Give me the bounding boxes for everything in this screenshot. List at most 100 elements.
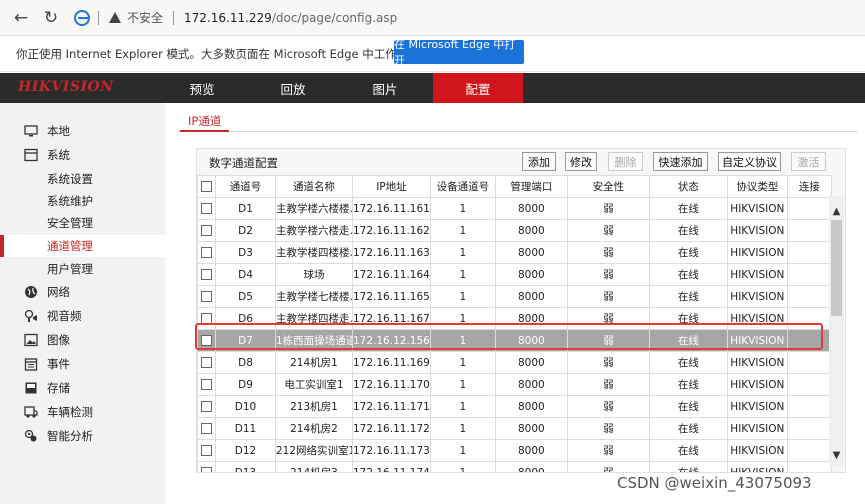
- select-all-cell[interactable]: [197, 175, 216, 198]
- table-row[interactable]: D11 214机房2 172.16.11.172 1 8000 弱在线 HIKVISION: [197, 417, 832, 440]
- custom-protocol-button[interactable]: 自定义协议: [718, 152, 781, 171]
- column-header[interactable]: 连接: [786, 175, 832, 198]
- table-cell: 弱: [566, 307, 650, 330]
- sidebar-item-smart-analysis[interactable]: 智能分析: [0, 425, 165, 447]
- sidebar-item-storage[interactable]: 存储: [0, 377, 165, 399]
- table-scrollbar[interactable]: ▲ ▼: [829, 196, 844, 466]
- row-checkbox[interactable]: [201, 401, 212, 412]
- row-select-cell[interactable]: [197, 351, 216, 374]
- sidebar-item-audio-video[interactable]: 视音频: [0, 305, 165, 327]
- row-select-cell[interactable]: [197, 439, 216, 462]
- column-header[interactable]: 设备通道号: [429, 175, 496, 198]
- table-row[interactable]: D2 主教学楼六楼走… 172.16.11.162 1 8000 弱在线 HIKVISION: [197, 219, 832, 242]
- url-field[interactable]: 不安全 172.16.11.229/doc/page/config.asp: [74, 5, 397, 31]
- sidebar-item-system-settings[interactable]: 系统设置: [0, 168, 165, 190]
- sidebar-item-system[interactable]: 系统: [0, 144, 165, 166]
- url-path[interactable]: /doc/page/config.asp: [272, 11, 397, 25]
- table-row[interactable]: D8 214机房1 172.16.11.169 1 8000 弱在线 HIKVISION: [197, 351, 832, 374]
- column-header[interactable]: 状态: [648, 175, 728, 198]
- table-row[interactable]: D6 主教学楼四楼走… 172.16.11.167 1 8000 弱在线 HIKVISION: [197, 307, 832, 330]
- column-header[interactable]: IP地址: [352, 175, 431, 198]
- select-all-checkbox[interactable]: [201, 181, 212, 192]
- table-cell: 172.16.11.162: [352, 219, 431, 242]
- table-row[interactable]: D13 214机房3 172.16.11.174 1 8000 弱在线 HIKVISION: [197, 461, 832, 472]
- add-button[interactable]: 添加: [522, 152, 556, 171]
- row-select-cell[interactable]: [197, 263, 216, 286]
- activate-button[interactable]: 激活: [791, 152, 826, 171]
- row-select-cell[interactable]: [197, 307, 216, 330]
- table-row[interactable]: D5 主教学楼七楼楼… 172.16.11.165 1 8000 弱在线 HIKVISION: [197, 285, 832, 308]
- quick-add-button[interactable]: 快速添加: [653, 152, 708, 171]
- row-select-cell[interactable]: [197, 461, 216, 472]
- tab-configuration[interactable]: 配置: [433, 73, 523, 103]
- row-checkbox[interactable]: [201, 203, 212, 214]
- column-header[interactable]: 通道名称: [275, 175, 353, 198]
- row-checkbox[interactable]: [201, 291, 212, 302]
- sidebar-item-network[interactable]: 网络: [0, 281, 165, 303]
- row-checkbox[interactable]: [201, 313, 212, 324]
- row-select-cell[interactable]: [197, 219, 216, 242]
- sidebar-item-vehicle-detection[interactable]: 车辆检测: [0, 401, 165, 423]
- row-checkbox[interactable]: [201, 423, 212, 434]
- row-checkbox[interactable]: [201, 379, 212, 390]
- row-select-cell[interactable]: [197, 285, 216, 308]
- table-row[interactable]: D10 213机房1 172.16.11.171 1 8000 弱在线 HIKVISION: [197, 395, 832, 418]
- table-row[interactable]: D7 1栋西面操场通道 172.16.12.156 1 8000 弱在线 HIKVISION: [197, 329, 832, 352]
- table-cell: [786, 263, 832, 286]
- sidebar-item-label: 视音频: [47, 309, 82, 323]
- security-label[interactable]: 不安全: [127, 9, 163, 26]
- row-select-cell[interactable]: [197, 329, 216, 352]
- row-checkbox[interactable]: [201, 357, 212, 368]
- table-row[interactable]: D3 主教学楼四楼楼… 172.16.11.163 1 8000 弱在线 HIKVISION: [197, 241, 832, 264]
- sidebar-item-user-management[interactable]: 用户管理: [0, 258, 165, 280]
- sidebar-item-label: 系统维护: [47, 194, 93, 208]
- row-select-cell[interactable]: [197, 241, 216, 264]
- row-checkbox[interactable]: [201, 467, 212, 472]
- sidebar-item-image[interactable]: 图像: [0, 329, 165, 351]
- table-cell: 214机房1: [275, 351, 353, 374]
- row-select-cell[interactable]: [197, 197, 216, 220]
- tab-preview[interactable]: 预览: [157, 73, 247, 103]
- scroll-up-icon[interactable]: ▲: [829, 204, 844, 219]
- scroll-down-icon[interactable]: ▼: [829, 448, 844, 463]
- modify-button[interactable]: 修改: [565, 152, 597, 171]
- table-cell: 球场: [275, 263, 353, 286]
- sidebar-item-security[interactable]: 安全管理: [0, 212, 165, 234]
- refresh-button[interactable]: ↻: [36, 3, 66, 33]
- column-header[interactable]: 管理端口: [494, 175, 568, 198]
- row-select-cell[interactable]: [197, 373, 216, 396]
- sidebar-item-local[interactable]: 本地: [0, 120, 165, 142]
- row-checkbox[interactable]: [201, 445, 212, 456]
- ie-mode-icon[interactable]: [74, 9, 90, 26]
- open-in-edge-button[interactable]: 在 Microsoft Edge 中打开: [394, 38, 524, 67]
- row-select-cell[interactable]: [197, 395, 216, 418]
- row-checkbox[interactable]: [201, 225, 212, 236]
- table-cell: HIKVISION: [726, 461, 788, 472]
- sidebar-item-event[interactable]: 事件: [0, 353, 165, 375]
- sidebar-item-system-maintenance[interactable]: 系统维护: [0, 190, 165, 212]
- tab-picture[interactable]: 图片: [340, 73, 430, 103]
- sidebar-item-label: 系统: [47, 148, 70, 162]
- delete-button[interactable]: 删除: [608, 152, 643, 171]
- table-cell: [786, 307, 832, 330]
- url-host[interactable]: 172.16.11.229: [184, 11, 272, 25]
- table-cell: 1栋西面操场通道: [275, 329, 353, 352]
- table-row[interactable]: D1 主教学楼六楼楼… 172.16.11.161 1 8000 弱在线 HIKVISION: [197, 197, 832, 220]
- table-row[interactable]: D12 212网络实训室1 172.16.11.173 1 8000 弱在线 HIKVISI…: [197, 439, 832, 462]
- scroll-thumb[interactable]: [831, 220, 842, 316]
- table-row[interactable]: D4 球场 172.16.11.164 1 8000 弱在线 HIKVISION: [197, 263, 832, 286]
- column-header[interactable]: 协议类型: [726, 175, 788, 198]
- row-checkbox[interactable]: [201, 269, 212, 280]
- sidebar-item-channel-management[interactable]: 通道管理: [0, 235, 165, 257]
- row-checkbox[interactable]: [201, 247, 212, 258]
- tab-ip-channel[interactable]: IP通道: [180, 112, 230, 132]
- back-button[interactable]: ←: [6, 3, 36, 33]
- tab-playback[interactable]: 回放: [248, 73, 338, 103]
- column-header[interactable]: 安全性: [566, 175, 650, 198]
- row-select-cell[interactable]: [197, 417, 216, 440]
- table-cell: 8000: [494, 395, 568, 418]
- table-row[interactable]: D9 电工实训室1 172.16.11.170 1 8000 弱在线 HIKVISION: [197, 373, 832, 396]
- table-cell: D5: [215, 285, 276, 308]
- row-checkbox[interactable]: [201, 335, 212, 346]
- column-header[interactable]: 通道号: [215, 175, 276, 198]
